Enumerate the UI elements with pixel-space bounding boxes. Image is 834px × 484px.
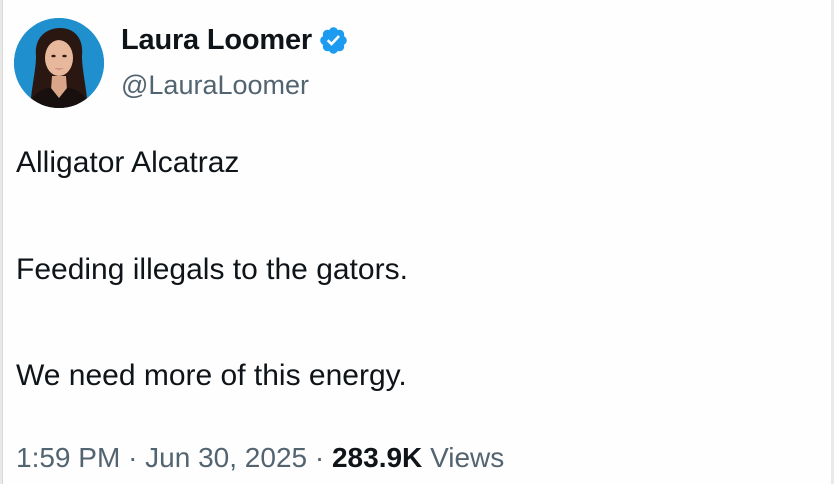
tweet-text-line: Feeding illegals to the gators. xyxy=(16,253,408,286)
author-handle[interactable]: @LauraLoomer xyxy=(121,70,309,101)
meta-separator: · xyxy=(128,442,138,473)
tweet-meta: 1:59 PM · Jun 30, 2025 · 283.9K Views xyxy=(16,442,504,474)
author-name-row: Laura Loomer xyxy=(121,24,349,57)
avatar[interactable] xyxy=(14,18,104,108)
views-count: 283.9K xyxy=(331,442,423,473)
avatar-image xyxy=(14,18,104,108)
tweet-date[interactable]: Jun 30, 2025 xyxy=(145,442,307,473)
tweet-card[interactable]: Laura Loomer @LauraLoomer Alligator Alca… xyxy=(2,0,831,484)
tweet-text-line: We need more of this energy. xyxy=(16,359,407,392)
tweet-time[interactable]: 1:59 PM xyxy=(16,442,120,473)
views-label: Views xyxy=(430,442,505,473)
author-name[interactable]: Laura Loomer xyxy=(121,24,312,57)
verified-badge-icon[interactable] xyxy=(318,25,349,56)
meta-separator: · xyxy=(314,442,325,473)
tweet-text-line: Alligator Alcatraz xyxy=(16,146,240,179)
